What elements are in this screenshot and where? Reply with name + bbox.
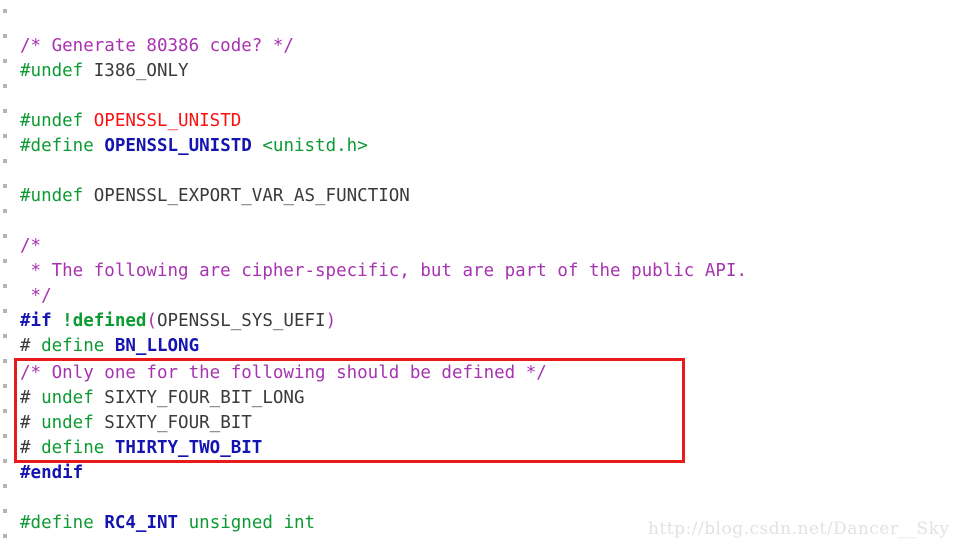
code-token: I386_ONLY <box>83 61 189 81</box>
fold-marker-dot[interactable] <box>3 434 7 438</box>
fold-marker-dot[interactable] <box>3 34 7 38</box>
code-token: THIRTY_TWO_BIT <box>114 438 263 458</box>
code-line[interactable]: * The following are cipher-specific, but… <box>20 259 747 284</box>
code-token: unsigned int <box>188 513 316 533</box>
code-token: define <box>41 336 105 356</box>
code-token: /* Generate 80386 code? */ <box>20 36 294 56</box>
code-token: RC4_INT <box>104 513 179 533</box>
watermark-text: http://blog.csdn.net/Dancer__Sky <box>648 519 950 539</box>
code-content-area[interactable]: /* Generate 80386 code? */#undef I386_ON… <box>14 0 978 553</box>
code-line[interactable]: /* <box>20 234 41 259</box>
code-token: #undef <box>20 61 84 81</box>
code-token: #undef <box>20 111 84 131</box>
code-token: define <box>41 438 105 458</box>
code-token: # <box>20 388 42 408</box>
fold-marker-dot[interactable] <box>3 134 7 138</box>
fold-marker-dot[interactable] <box>3 459 7 463</box>
fold-marker-dot[interactable] <box>3 184 7 188</box>
code-line[interactable]: #define OPENSSL_UNISTD <unistd.h> <box>20 134 368 159</box>
fold-marker-dot[interactable] <box>3 159 7 163</box>
code-line[interactable]: #undef OPENSSL_UNISTD <box>20 109 241 134</box>
code-token: * The following are cipher-specific, but… <box>20 261 747 281</box>
code-token: BN_LLONG <box>114 336 200 356</box>
fold-marker-dot[interactable] <box>3 234 7 238</box>
fold-marker-dot[interactable] <box>3 534 7 538</box>
code-token: ) <box>325 311 337 331</box>
code-token: undef <box>41 388 94 408</box>
code-token: #endif <box>20 463 84 483</box>
code-line[interactable]: # undef SIXTY_FOUR_BIT_LONG <box>20 386 304 411</box>
code-line[interactable]: */ <box>20 284 52 309</box>
code-token: # <box>20 336 42 356</box>
fold-marker-dot[interactable] <box>3 259 7 263</box>
fold-marker-dot[interactable] <box>3 484 7 488</box>
fold-marker-dot[interactable] <box>3 9 7 13</box>
code-token: OPENSSL_UNISTD <box>93 111 242 131</box>
code-token: OPENSSL_UNISTD <box>104 136 252 156</box>
fold-marker-dot[interactable] <box>3 334 7 338</box>
code-token: #if <box>20 311 52 331</box>
code-token: OPENSSL_EXPORT_VAR_AS_FUNCTION <box>83 186 410 206</box>
code-token: !defined <box>62 311 147 331</box>
fold-marker-dot[interactable] <box>3 384 7 388</box>
code-token: OPENSSL_SYS_UEFI <box>157 311 326 331</box>
fold-marker-dot[interactable] <box>3 59 7 63</box>
fold-marker-dot[interactable] <box>3 284 7 288</box>
code-line[interactable]: /* Only one for the following should be … <box>20 361 547 386</box>
code-token: */ <box>20 286 52 306</box>
fold-marker-dot[interactable] <box>3 109 7 113</box>
code-token: #define <box>20 513 94 533</box>
code-token: undef <box>41 413 94 433</box>
code-line[interactable]: #if !defined(OPENSSL_SYS_UEFI) <box>20 309 336 334</box>
fold-marker-dot[interactable] <box>3 509 7 513</box>
code-token: #undef <box>20 186 84 206</box>
code-line[interactable]: # define THIRTY_TWO_BIT <box>20 436 262 461</box>
code-token: SIXTY_FOUR_BIT_LONG <box>93 388 305 408</box>
code-token: <unistd.h> <box>262 136 368 156</box>
code-token: /* <box>20 236 42 256</box>
code-line[interactable]: #undef I386_ONLY <box>20 59 189 84</box>
fold-marker-dot[interactable] <box>3 359 7 363</box>
fold-marker-dot[interactable] <box>3 309 7 313</box>
fold-marker-dot[interactable] <box>3 409 7 413</box>
code-line[interactable]: # undef SIXTY_FOUR_BIT <box>20 411 252 436</box>
code-line[interactable]: #endif <box>20 461 83 486</box>
fold-marker-dot[interactable] <box>3 84 7 88</box>
code-token: #define <box>20 136 94 156</box>
code-token: # <box>20 413 42 433</box>
code-line[interactable]: /* Generate 80386 code? */ <box>20 34 294 59</box>
fold-marker-gutter <box>0 0 14 553</box>
code-token: SIXTY_FOUR_BIT <box>93 413 252 433</box>
code-token: # <box>20 438 42 458</box>
code-editor-view[interactable]: /* Generate 80386 code? */#undef I386_ON… <box>0 0 978 553</box>
code-line[interactable]: # define BN_LLONG <box>20 334 199 359</box>
code-token: ( <box>146 311 157 331</box>
fold-marker-dot[interactable] <box>3 209 7 213</box>
code-token: /* Only one for the following should be … <box>20 363 547 383</box>
code-line[interactable]: #define RC4_INT unsigned int <box>20 511 315 536</box>
code-line[interactable]: #undef OPENSSL_EXPORT_VAR_AS_FUNCTION <box>20 184 410 209</box>
